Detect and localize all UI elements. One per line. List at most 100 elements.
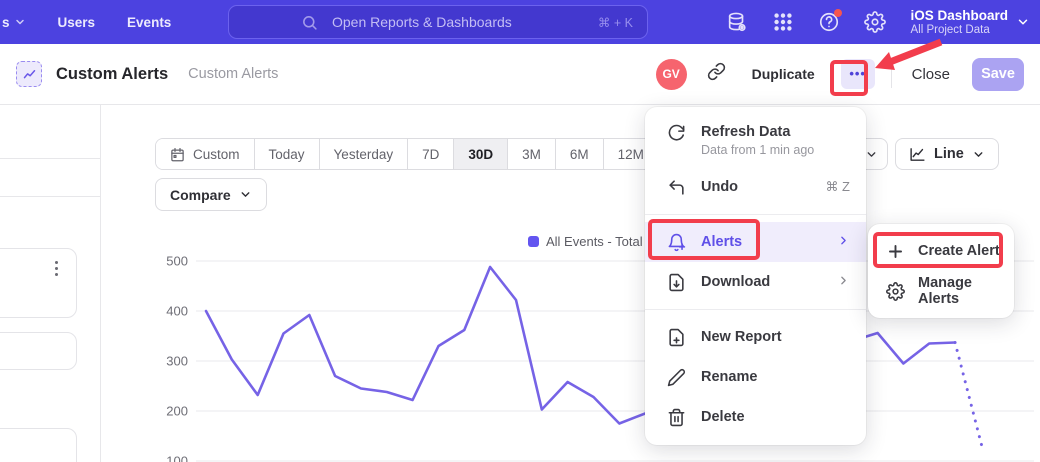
menu-item-label: Alerts [701,234,742,250]
chevron-down-icon [972,148,985,161]
svg-text:200: 200 [166,404,188,419]
range-button-7d[interactable]: 7D [407,139,453,169]
range-label: 6M [570,147,589,162]
copy-link-icon[interactable] [707,62,726,86]
menu-item-refresh-data[interactable]: Refresh DataData from 1 min ago [645,115,866,167]
nav-link-users[interactable]: Users [58,15,96,30]
svg-text:400: 400 [166,304,188,319]
chart-type-label: Line [934,146,964,162]
nav-item-partial[interactable]: s [2,15,26,30]
project-name: iOS Dashboard [910,8,1008,23]
svg-text:500: 500 [166,254,188,269]
chevron-down-icon [865,148,878,161]
range-label: 7D [422,147,439,162]
breadcrumb: Custom Alerts [188,66,278,82]
nav-link-events[interactable]: Events [127,15,171,30]
project-switcher[interactable]: iOS Dashboard All Project Data [910,8,1030,36]
pencil-icon [667,368,686,387]
menu-item-manage-alerts[interactable]: Manage Alerts [868,271,1014,311]
settings-icon[interactable] [864,11,886,33]
menu-item-download[interactable]: Download [645,262,866,302]
menu-item-new-report[interactable]: New Report [645,317,866,357]
file-plus-icon [667,328,686,347]
menu-item-create-alert[interactable]: Create Alert [868,231,1014,271]
menu-item-label: Download [701,274,770,290]
menu-divider [645,214,866,215]
compare-button[interactable]: Compare [155,178,267,211]
alerts-submenu: Create Alert Manage Alerts [868,224,1014,318]
range-button-3m[interactable]: 3M [507,139,555,169]
date-range-selector: Custom Today Yesterday 7D 30D 3M 6M 12M [155,138,659,170]
chart-type-button[interactable]: Line [895,138,999,170]
menu-item-label: Create Alert [918,243,1000,259]
legend-label: All Events - Total [546,234,643,249]
apps-grid-icon[interactable] [772,11,794,33]
refresh-icon [667,124,686,143]
app-window: s Users Events Open Reports & Dashboards… [0,0,1040,462]
chevron-right-icon [837,274,850,290]
undo-icon [667,178,686,197]
chart-legend[interactable]: All Events - Total [528,234,643,249]
range-label: Yesterday [334,147,394,162]
range-label: 30D [468,147,493,162]
chevron-right-icon [837,234,850,250]
search-placeholder: Open Reports & Dashboards [332,14,598,30]
menu-item-undo[interactable]: Undo ⌘ Z [645,167,866,207]
more-options-menu: Refresh DataData from 1 min ago Undo ⌘ Z Al… [645,107,866,445]
report-content: 500 400 300 200 100 All Events - Total Custo… [0,105,1040,462]
menu-item-label: Rename [701,369,757,385]
svg-text:300: 300 [166,354,188,369]
chevron-down-icon [239,188,252,201]
data-stack-icon[interactable] [726,11,748,33]
range-button-yesterday[interactable]: Yesterday [319,139,408,169]
range-button-today[interactable]: Today [254,139,319,169]
bell-plus-icon [667,233,686,252]
chevron-down-icon [1016,15,1030,29]
avatar[interactable]: GV [656,59,687,90]
ellipsis-icon: ••• [849,69,866,79]
nav-partial-label: s [2,15,10,30]
range-button-30d[interactable]: 30D [453,139,507,169]
trash-icon [667,408,686,427]
menu-item-shortcut: ⌘ Z [825,179,850,195]
menu-item-label: Manage Alerts [918,275,1000,307]
more-options-button[interactable]: ••• [841,59,875,89]
report-chart-icon [16,61,42,87]
nav-right-group: iOS Dashboard All Project Data [726,0,1030,44]
close-button[interactable]: Close [912,66,950,83]
global-search-input[interactable]: Open Reports & Dashboards ⌘ + K [228,5,648,39]
menu-item-alerts[interactable]: Alerts [645,222,866,262]
range-label: 3M [522,147,541,162]
range-label: Custom [193,147,240,162]
range-label: Today [269,147,305,162]
notification-dot [834,9,842,17]
menu-item-sublabel: Data from 1 min ago [701,143,814,157]
page-title: Custom Alerts [56,65,168,84]
gear-icon [886,282,905,301]
download-icon [667,273,686,292]
calendar-icon [170,147,185,162]
range-button-custom[interactable]: Custom [156,139,254,169]
save-button[interactable]: Save [972,58,1024,91]
chevron-down-icon [14,16,26,28]
menu-item-label: New Report [701,329,782,345]
compare-label: Compare [170,187,231,203]
duplicate-button[interactable]: Duplicate [752,66,815,82]
help-icon[interactable] [818,11,840,33]
divider [891,60,892,88]
range-button-6m[interactable]: 6M [555,139,603,169]
menu-item-label: Delete [701,409,745,425]
line-chart-icon [909,146,926,163]
svg-text:100: 100 [166,454,188,462]
menu-divider [645,309,866,310]
header-actions: GV Duplicate ••• Close Save [656,58,1024,91]
range-label: 12M [618,147,644,162]
menu-item-label: Undo [701,179,738,195]
search-icon [301,14,318,31]
menu-item-rename[interactable]: Rename [645,357,866,397]
project-scope: All Project Data [910,24,1008,36]
menu-item-delete[interactable]: Delete [645,397,866,437]
report-header: Custom Alerts Custom Alerts GV Duplicate… [0,44,1040,105]
search-shortcut: ⌘ + K [598,15,633,30]
plus-icon [886,242,905,261]
